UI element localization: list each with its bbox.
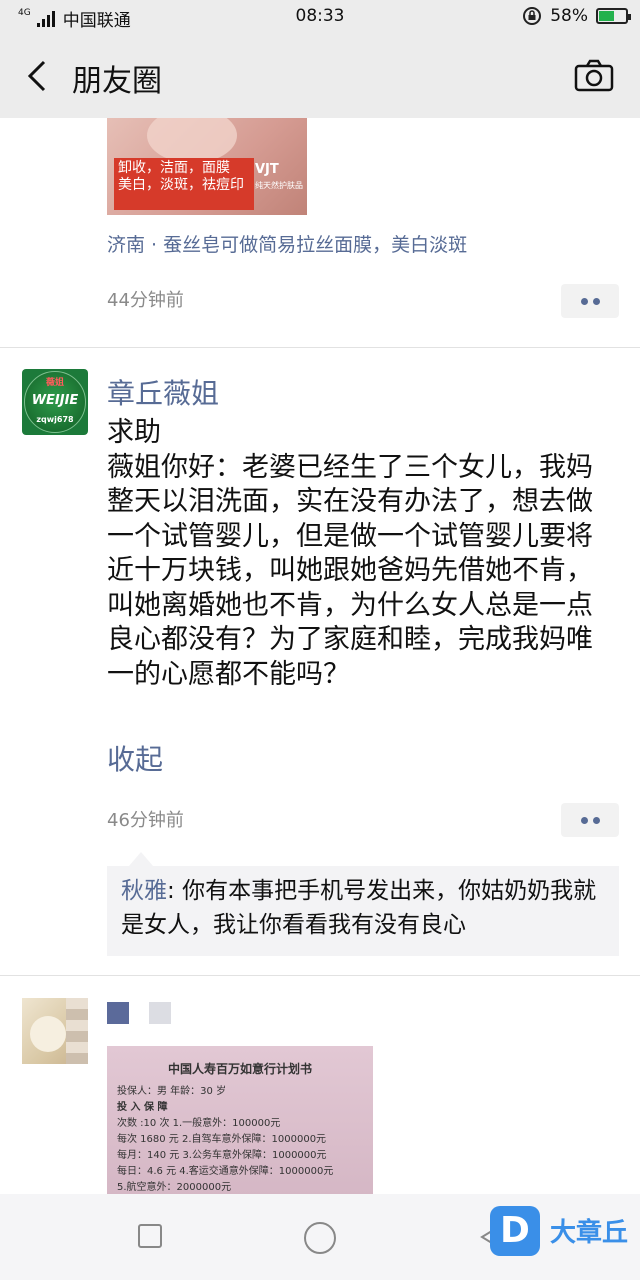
avatar-text-main: WEIJIE	[31, 393, 79, 408]
comment-text: 你有本事把手机号发出来，你姑奶奶我就是女人，我让你看看我有没有良心	[121, 878, 597, 938]
circle-icon[interactable]	[304, 1222, 336, 1254]
watermark-logo: D	[490, 1206, 540, 1256]
comment[interactable]: 秋雅: 你有本事把手机号发出来，你姑奶奶我就是女人，我让你看看我有没有良心	[121, 874, 611, 942]
more-actions-button[interactable]	[561, 284, 619, 318]
avatar-text-bottom: zqwj678	[36, 415, 74, 424]
doc-line: 投保人：男 年龄：30 岁	[117, 1086, 227, 1097]
doc-title: 中国人寿百万如意行计划书	[167, 1062, 312, 1076]
avatar[interactable]	[22, 998, 88, 1064]
image-caption-line2: 美白，淡斑，祛痘印	[118, 177, 244, 193]
blurred-username[interactable]	[149, 1002, 171, 1024]
doc-line: 5.航空意外：2000000元	[117, 1182, 232, 1193]
post-body: 薇姐你好：老婆已经生了三个女儿，我妈整天以泪洗面，实在没有办法了，想去做一个试管…	[107, 451, 593, 690]
doc-line: 投 入 保 障	[117, 1102, 168, 1113]
avatar-pixelation	[66, 998, 88, 1064]
back-arrow-icon[interactable]	[22, 56, 62, 96]
doc-line: 每日：4.6 元 4.客运交通意外保障：1000000元	[117, 1166, 334, 1177]
post-time: 44分钟前	[107, 290, 184, 311]
battery-icon	[596, 8, 631, 24]
post-time: 46分钟前	[107, 810, 184, 831]
blurred-username[interactable]	[107, 1002, 129, 1024]
avatar-shape	[30, 1016, 66, 1052]
post-author[interactable]: 章丘薇姐	[107, 372, 219, 412]
brand-name: VJT	[255, 162, 279, 177]
watermark-text: 大章丘	[550, 1218, 629, 1248]
post-heading: 求助	[107, 417, 161, 448]
doc-line: 每次 1680 元 2.自驾车意外保障：1000000元	[117, 1134, 327, 1145]
dot-icon	[581, 817, 588, 824]
brand-tagline: 纯天然护肤品	[255, 181, 303, 190]
post-divider	[0, 347, 640, 348]
dot-icon	[593, 298, 600, 305]
avatar-text-top: 薇姐	[45, 378, 64, 388]
watermark: D 大章丘	[490, 1204, 640, 1264]
post-divider	[0, 975, 640, 976]
lock-rotation-icon	[523, 7, 542, 25]
page-title: 朋友圈	[72, 64, 162, 99]
top-nav-bar: 朋友圈	[0, 34, 640, 118]
camera-icon[interactable]	[574, 56, 614, 96]
battery-percent: 58%	[550, 6, 588, 26]
post-text: 求助 薇姐你好：老婆已经生了三个女儿，我妈整天以泪洗面，实在没有办法了，想去做一…	[107, 416, 617, 692]
image-caption-line1: 卸收，洁面，面膜	[118, 160, 230, 176]
brand-logo: VJT 纯天然护肤品	[255, 162, 303, 192]
square-icon[interactable]	[138, 1224, 162, 1248]
comment-separator: :	[167, 878, 183, 904]
post-image[interactable]: 中国人寿百万如意行计划书 投保人：男 年龄：30 岁 投 入 保 障 次数 :1…	[107, 1046, 373, 1194]
post-location[interactable]: 济南 · 蚕丝皂可做简易拉丝面膜，美白淡斑	[107, 230, 467, 257]
doc-line: 次数 :10 次 1.一般意外：100000元	[117, 1118, 281, 1129]
collapse-link[interactable]: 收起	[107, 738, 163, 778]
dot-icon	[593, 817, 600, 824]
comments-box: 秋雅: 你有本事把手机号发出来，你姑奶奶我就是女人，我让你看看我有没有良心	[107, 852, 619, 956]
dot-icon	[581, 298, 588, 305]
more-actions-button[interactable]	[561, 803, 619, 837]
image-caption-box: 卸收，洁面，面膜 美白，淡斑，祛痘印	[114, 158, 254, 210]
avatar[interactable]: 薇姐 WEIJIE zqwj678	[22, 369, 88, 435]
doc-line: 每月：140 元 3.公务车意外保障：1000000元	[117, 1150, 327, 1161]
status-bar: 4G 中国联通 08:33 58%	[0, 0, 640, 34]
post-image[interactable]: 卸收，洁面，面膜 美白，淡斑，祛痘印 VJT 纯天然护肤品	[107, 118, 307, 215]
moments-feed[interactable]: 卸收，洁面，面膜 美白，淡斑，祛痘印 VJT 纯天然护肤品 济南 · 蚕丝皂可做…	[0, 118, 640, 1194]
comment-author[interactable]: 秋雅	[121, 878, 167, 904]
